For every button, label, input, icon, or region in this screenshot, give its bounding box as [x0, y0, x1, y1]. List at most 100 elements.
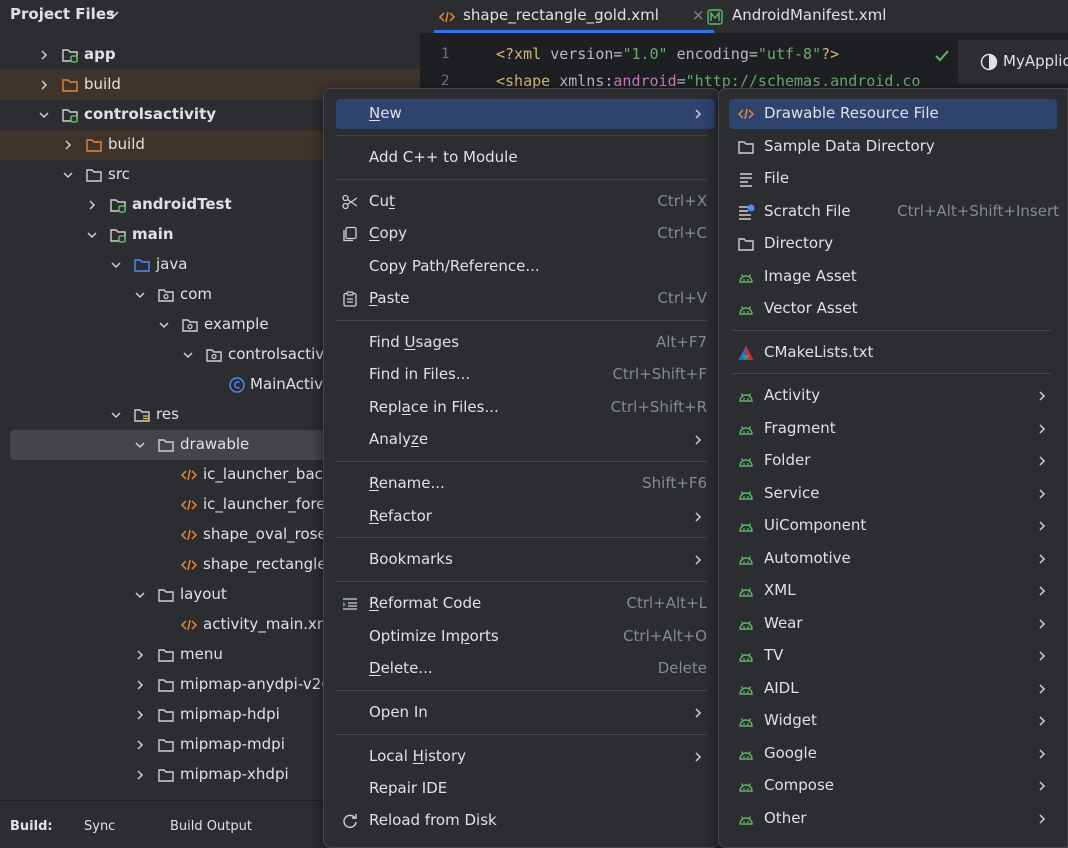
menu-item-reformat-code[interactable]: Reformat Code Ctrl+Alt+L — [336, 589, 715, 619]
tree-label: androidTest — [132, 195, 232, 213]
editor-tab-bar: shape_rectangle_gold.xml × AndroidManife… — [420, 0, 1068, 34]
menu-item-local-history[interactable]: Local History — [336, 742, 715, 772]
chevron-down-icon[interactable] — [134, 589, 146, 601]
new-menu-item-file[interactable]: File — [729, 164, 1057, 194]
new-menu-item-xml[interactable]: XML — [729, 576, 1057, 606]
menu-item-repair-ide[interactable]: Repair IDE — [336, 774, 715, 804]
menu-item-label: Analyze — [369, 430, 429, 448]
menu-item-new[interactable]: New — [336, 99, 715, 129]
new-menu-item-google[interactable]: Google — [729, 739, 1057, 769]
class-icon — [229, 377, 245, 393]
menu-item-add-cpp[interactable]: Add C++ to Module — [336, 143, 715, 173]
menu-separator — [336, 135, 707, 136]
project-panel-header[interactable]: Project Files — [0, 0, 420, 30]
shortcut-label: Ctrl+Alt+O — [623, 627, 707, 645]
new-menu-item-tv[interactable]: TV — [729, 641, 1057, 671]
tab-shape-rectangle-gold[interactable]: shape_rectangle_gold.xml × — [434, 0, 714, 33]
submenu-arrow-icon — [1039, 423, 1046, 434]
new-menu-item-wear[interactable]: Wear — [729, 609, 1057, 639]
menu-item-copy[interactable]: Copy Ctrl+C — [336, 219, 715, 249]
chevron-down-icon[interactable] — [134, 289, 146, 301]
chevron-right-icon[interactable] — [134, 769, 146, 781]
chevron-right-icon[interactable] — [38, 49, 50, 61]
new-menu-item-compose[interactable]: Compose — [729, 771, 1057, 801]
line-number: 2 — [441, 73, 450, 89]
menu-item-find-usages[interactable]: Find Usages Alt+F7 — [336, 328, 715, 358]
submenu-arrow-icon — [1039, 813, 1046, 824]
chevron-right-icon[interactable] — [86, 199, 98, 211]
shortcut-label: Ctrl+X — [657, 192, 707, 210]
new-menu-item-drawable-resource-file[interactable]: Drawable Resource File — [729, 99, 1057, 129]
chevron-down-icon[interactable] — [134, 439, 146, 451]
menu-item-open-in[interactable]: Open In — [336, 698, 715, 728]
chevron-right-icon[interactable] — [134, 709, 146, 721]
chevron-down-icon[interactable] — [158, 319, 170, 331]
folder-icon — [158, 439, 174, 452]
new-menu-item-other[interactable]: Other — [729, 804, 1057, 834]
new-menu-item-automotive[interactable]: Automotive — [729, 544, 1057, 574]
chevron-down-icon[interactable] — [110, 409, 122, 421]
chevron-down-icon[interactable] — [86, 229, 98, 241]
menu-separator — [336, 320, 707, 321]
menu-item-optimize-imports[interactable]: Optimize Imports Ctrl+Alt+O — [336, 622, 715, 652]
menu-item-label: Repair IDE — [369, 779, 448, 797]
menu-item-bookmarks[interactable]: Bookmarks — [336, 545, 715, 575]
chevron-right-icon[interactable] — [62, 139, 74, 151]
menu-item-paste[interactable]: Paste Ctrl+V — [336, 284, 715, 314]
menu-item-label: Copy Path/Reference... — [369, 257, 540, 275]
menu-item-analyze[interactable]: Analyze — [336, 425, 715, 455]
tree-label: com — [180, 285, 213, 303]
tab-android-manifest[interactable]: AndroidManifest.xml — [704, 0, 904, 33]
android-icon — [739, 815, 753, 825]
preview-panel-tab[interactable]: MyApplic — [958, 40, 1068, 84]
build-tab-label[interactable]: Build: — [10, 819, 53, 834]
menu-item-label: Service — [764, 483, 820, 502]
preview-label: MyApplic — [1003, 52, 1068, 70]
close-icon[interactable]: × — [692, 6, 705, 24]
tree-label: controlsactivity — [84, 105, 217, 123]
new-menu-item-folder[interactable]: Folder — [729, 446, 1057, 476]
menu-item-cut[interactable]: Cut Ctrl+X — [336, 187, 715, 217]
new-menu-item-aidl[interactable]: AIDL — [729, 674, 1057, 704]
new-menu-item-uicomponent[interactable]: UiComponent — [729, 511, 1057, 541]
chevron-right-icon[interactable] — [134, 739, 146, 751]
chevron-down-icon[interactable] — [62, 169, 74, 181]
chevron-right-icon[interactable] — [134, 679, 146, 691]
chevron-down-icon[interactable] — [182, 349, 194, 361]
tree-item-app[interactable]: app — [0, 40, 420, 70]
code-token: encoding= — [667, 45, 758, 63]
new-menu-item-image-asset[interactable]: Image Asset — [729, 262, 1057, 292]
new-menu-item-activity[interactable]: Activity — [729, 381, 1057, 411]
menu-item-label: Find Usages — [369, 333, 460, 351]
new-menu-item-vector-asset[interactable]: Vector Asset — [729, 294, 1057, 324]
new-menu-item-fragment[interactable]: Fragment — [729, 414, 1057, 444]
tree-label: drawable — [180, 435, 250, 453]
menu-item-replace-in-files[interactable]: Replace in Files... Ctrl+Shift+R — [336, 393, 715, 423]
sync-tab[interactable]: Sync — [84, 819, 115, 834]
menu-item-rename[interactable]: Rename... Shift+F6 — [336, 469, 715, 499]
new-menu-item-scratch-file[interactable]: Scratch File Ctrl+Alt+Shift+Insert — [729, 197, 1059, 227]
menu-item-copy-path[interactable]: Copy Path/Reference... — [336, 252, 715, 282]
chevron-right-icon[interactable] — [134, 649, 146, 661]
tree-label: mipmap-hdpi — [180, 705, 280, 723]
menu-item-refactor[interactable]: Refactor — [336, 502, 715, 532]
new-menu-item-service[interactable]: Service — [729, 479, 1057, 509]
chevron-down-icon[interactable] — [110, 259, 122, 271]
menu-item-reload-from-disk[interactable]: Reload from Disk — [336, 806, 715, 836]
new-menu-item-sample-data-directory[interactable]: Sample Data Directory — [729, 132, 1057, 162]
tree-label: menu — [180, 645, 223, 663]
chevron-right-icon[interactable] — [38, 79, 50, 91]
menu-item-find-in-files[interactable]: Find in Files... Ctrl+Shift+F — [336, 360, 715, 390]
new-menu-item-directory[interactable]: Directory — [729, 229, 1057, 259]
menu-item-delete[interactable]: Delete... Delete — [336, 654, 715, 684]
code-line-1[interactable]: <?xml version="1.0" encoding="utf-8"?> — [496, 45, 839, 63]
new-menu-item-widget[interactable]: Widget — [729, 706, 1057, 736]
chevron-down-icon[interactable] — [38, 109, 50, 121]
new-menu-item-cmakelists-txt[interactable]: CMakeLists.txt — [729, 338, 1057, 368]
project-panel-title[interactable]: Project Files — [10, 5, 115, 23]
chevron-down-icon[interactable] — [107, 7, 121, 21]
menu-item-label: File — [764, 169, 790, 187]
android-icon — [739, 425, 753, 435]
build-output-tab[interactable]: Build Output — [170, 819, 252, 834]
menu-separator — [731, 329, 1051, 331]
